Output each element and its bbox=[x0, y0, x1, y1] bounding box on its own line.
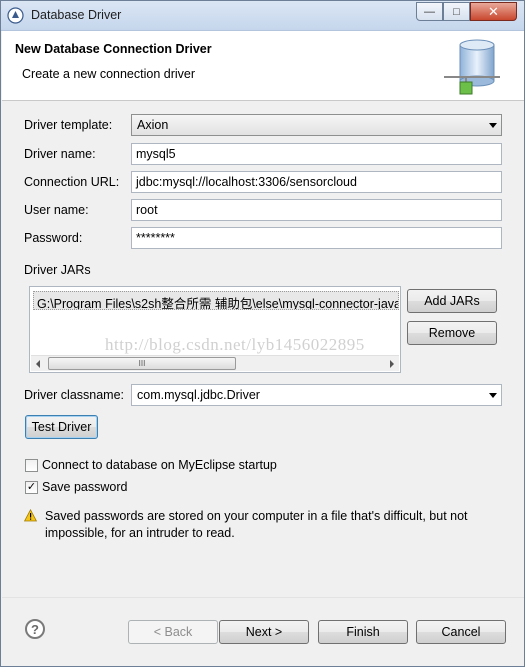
scroll-right-icon[interactable] bbox=[390, 360, 394, 368]
close-icon: ✕ bbox=[488, 3, 499, 19]
remove-jar-button[interactable]: Remove bbox=[407, 321, 497, 345]
driver-jars-label: Driver JARs bbox=[24, 263, 91, 277]
window-title: Database Driver bbox=[31, 8, 122, 22]
password-label: Password: bbox=[24, 231, 83, 245]
checkmark-icon: ✓ bbox=[26, 481, 37, 493]
finish-button[interactable]: Finish bbox=[318, 620, 408, 644]
maximize-button[interactable]: □ bbox=[443, 2, 470, 21]
list-item[interactable]: G:\Program Files\s2sh整合所需 辅助包\else\mysql… bbox=[33, 291, 399, 310]
database-icon bbox=[444, 39, 500, 95]
driver-name-label: Driver name: bbox=[24, 147, 96, 161]
password-input[interactable]: ******** bbox=[131, 227, 502, 249]
page-subtitle: Create a new connection driver bbox=[22, 67, 196, 81]
scrollbar-thumb[interactable]: III bbox=[48, 357, 236, 370]
user-name-input[interactable]: root bbox=[131, 199, 502, 221]
warning-icon bbox=[24, 509, 37, 522]
add-jars-button[interactable]: Add JARs bbox=[407, 289, 497, 313]
password-warning-text: Saved passwords are stored on your compu… bbox=[45, 509, 468, 540]
myeclipse-app-icon bbox=[7, 7, 24, 24]
driver-template-value: Axion bbox=[137, 118, 169, 132]
database-driver-dialog: Database Driver — □ ✕ New Database Conne… bbox=[0, 0, 525, 667]
user-name-label: User name: bbox=[24, 203, 89, 217]
driver-classname-value: com.mysql.jdbc.Driver bbox=[137, 388, 260, 402]
driver-classname-select[interactable]: com.mysql.jdbc.Driver bbox=[131, 384, 502, 406]
footer-divider bbox=[2, 597, 524, 598]
save-password-checkbox[interactable]: ✓ bbox=[25, 481, 38, 494]
scroll-left-icon[interactable] bbox=[36, 360, 40, 368]
driver-name-input[interactable]: mysql5 bbox=[131, 143, 502, 165]
chevron-down-icon bbox=[489, 393, 497, 398]
connect-on-startup-label: Connect to database on MyEclipse startup bbox=[42, 458, 277, 472]
chevron-down-icon bbox=[489, 123, 497, 128]
close-button[interactable]: ✕ bbox=[470, 2, 517, 21]
page-title: New Database Connection Driver bbox=[15, 42, 212, 56]
title-bar[interactable]: Database Driver — □ ✕ bbox=[1, 1, 524, 31]
save-password-label: Save password bbox=[42, 480, 128, 494]
driver-template-select[interactable]: Axion bbox=[131, 114, 502, 136]
help-icon[interactable]: ? bbox=[25, 619, 45, 639]
connection-url-input[interactable]: jdbc:mysql://localhost:3306/sensorcloud bbox=[131, 171, 502, 193]
connection-url-label: Connection URL: bbox=[24, 175, 120, 189]
driver-classname-label: Driver classname: bbox=[24, 388, 125, 402]
minimize-button[interactable]: — bbox=[416, 2, 443, 21]
next-button[interactable]: Next > bbox=[219, 620, 309, 644]
connect-on-startup-checkbox[interactable] bbox=[25, 459, 38, 472]
driver-jars-list[interactable]: G:\Program Files\s2sh整合所需 辅助包\else\mysql… bbox=[29, 286, 401, 373]
minimize-icon: — bbox=[424, 5, 435, 18]
maximize-icon: □ bbox=[453, 5, 460, 18]
watermark-text: http://blog.csdn.net/lyb1456022895 bbox=[105, 335, 365, 354]
horizontal-scrollbar[interactable]: III bbox=[31, 355, 399, 371]
driver-template-label: Driver template: bbox=[24, 118, 113, 132]
test-driver-button[interactable]: Test Driver bbox=[25, 415, 98, 439]
cancel-button[interactable]: Cancel bbox=[416, 620, 506, 644]
header-banner: New Database Connection Driver Create a … bbox=[2, 31, 524, 101]
back-button[interactable]: < Back bbox=[128, 620, 218, 644]
